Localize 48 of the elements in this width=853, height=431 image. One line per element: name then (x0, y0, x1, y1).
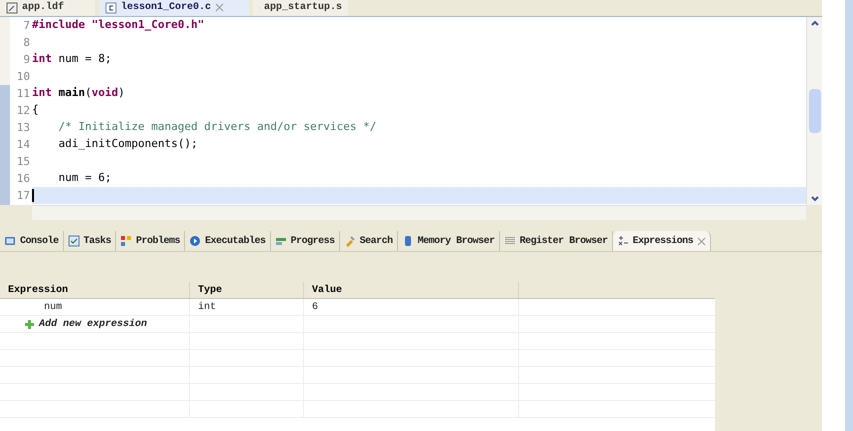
editor-tab[interactable]: lesson1_Core0.c (99, 0, 249, 16)
play-icon (189, 235, 202, 247)
line-number: 8 (22, 35, 30, 51)
panel-tab[interactable]: Memory Browser (398, 231, 500, 251)
line-number: 12 (16, 103, 30, 119)
editor-tab[interactable]: app_startup.s (253, 0, 348, 16)
grid-icon (504, 235, 516, 247)
line-number: 16 (16, 171, 30, 187)
progress-icon (274, 235, 287, 247)
add-expression-link[interactable]: Add new expression (39, 316, 148, 332)
code-line: #include "lesson1_Core0.h" (32, 17, 204, 34)
panel-tab[interactable]: Expressions (612, 231, 712, 251)
line-number: 10 (16, 69, 30, 85)
table-cell: num (44, 302, 62, 313)
expression-icon (616, 235, 629, 247)
line-number: 14 (16, 137, 30, 153)
plus-icon[interactable] (24, 318, 35, 330)
panel-tab[interactable]: Search (340, 231, 398, 251)
line-number: 7 (22, 18, 30, 34)
close-icon[interactable] (215, 3, 224, 12)
table-cell: int (198, 302, 216, 313)
vertical-scrollbar[interactable] (806, 17, 822, 205)
text-cursor (32, 189, 34, 202)
scroll-thumb[interactable] (808, 89, 820, 133)
code-line: num = 6; (57, 170, 112, 186)
line-number: 15 (16, 154, 30, 170)
panel-tab[interactable]: Register Browser (500, 231, 613, 251)
code-line: adi_initComponents(); (57, 136, 198, 152)
column-header[interactable]: Value (304, 282, 519, 298)
clipboard-icon (68, 235, 80, 247)
monitor-icon (4, 235, 16, 247)
code-line: { (32, 102, 39, 118)
editor-tab[interactable]: app.ldf (0, 0, 95, 16)
flashlight-icon (344, 235, 356, 247)
line-number: 17 (16, 188, 30, 204)
column-header[interactable]: Expression (0, 282, 190, 298)
table-cell: 6 (312, 302, 318, 313)
line-number: 9 (22, 52, 30, 68)
column-header[interactable]: Type (190, 282, 304, 298)
code-line: /* Initialize managed drivers and/or services */ (57, 119, 376, 136)
panel-tab[interactable]: Progress (270, 231, 340, 251)
panel-tab[interactable]: Tasks (64, 231, 116, 251)
horizontal-scrollbar[interactable] (32, 205, 806, 220)
line-number: 13 (16, 120, 30, 136)
code-line: int main(void) (32, 85, 125, 102)
close-icon[interactable] (697, 236, 706, 246)
line-number: 11 (16, 86, 30, 102)
code-line: int num = 8; (32, 51, 112, 68)
